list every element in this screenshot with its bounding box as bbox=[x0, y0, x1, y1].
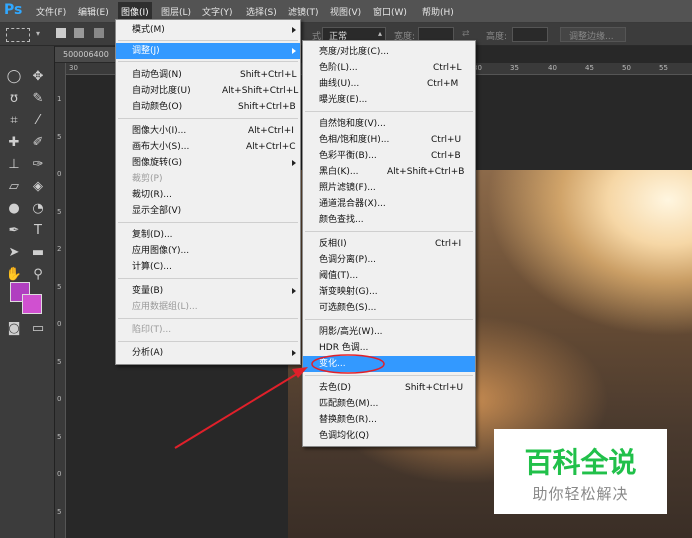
watermark-title: 百科全说 bbox=[524, 446, 637, 479]
annotation-circle bbox=[311, 354, 385, 374]
watermark-subtitle: 助你轻松解决 bbox=[532, 485, 629, 503]
annotation-arrow-line bbox=[174, 371, 301, 449]
watermark: 百科全说 助你轻松解决 bbox=[494, 429, 667, 514]
